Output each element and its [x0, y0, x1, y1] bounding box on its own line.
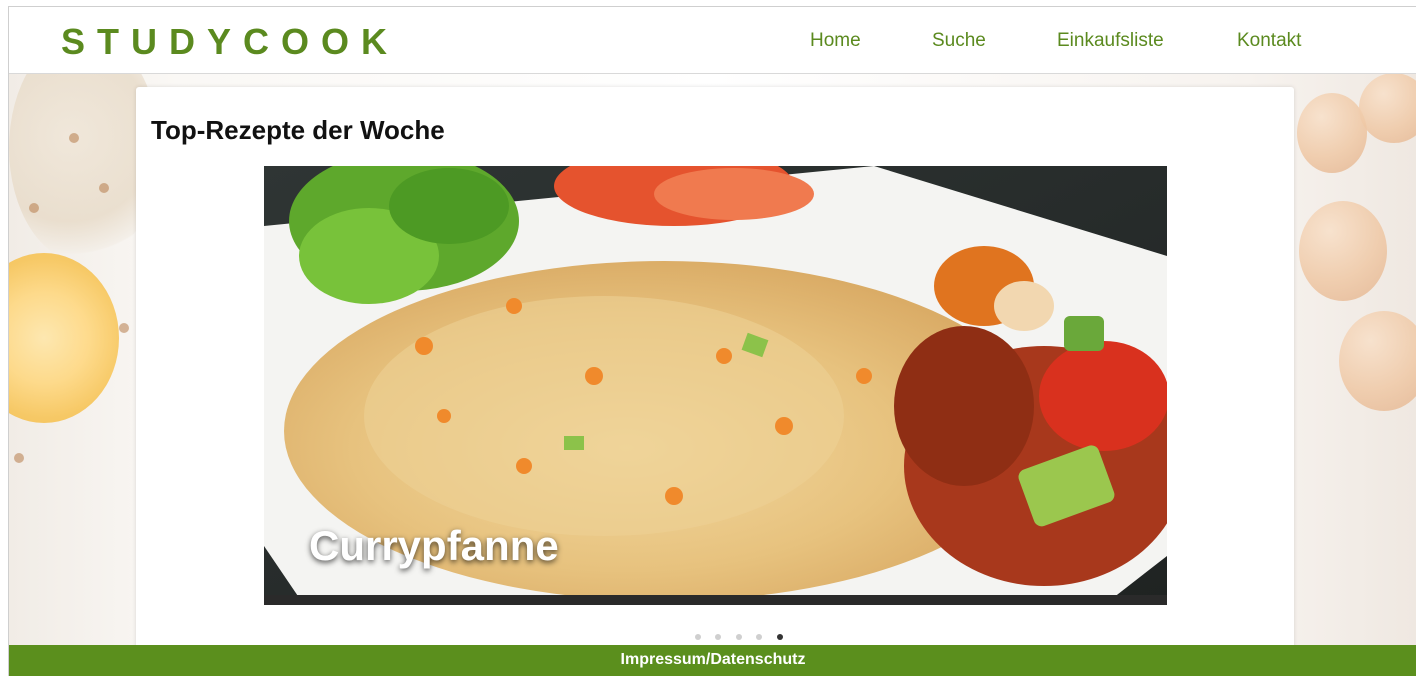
caption-bar	[264, 595, 1167, 605]
section-title: Top-Rezepte der Woche	[151, 115, 445, 145]
carousel-dot-active[interactable]	[776, 634, 783, 640]
site-footer: Impressum/Datenschutz	[9, 645, 1416, 676]
carousel-indicators	[695, 627, 793, 640]
browser-viewport: STUDYCOOK Home Suche Einkaufsliste Konta…	[8, 6, 1416, 676]
nav-link-suche[interactable]: Suche	[932, 30, 986, 52]
studycook-logo[interactable]: STUDYCOOK	[61, 21, 399, 63]
carousel-dot[interactable]	[756, 634, 763, 640]
carousel-dot[interactable]	[695, 634, 701, 640]
top-recipes-card: Top-Rezepte der Woche Currypfanne	[136, 87, 1294, 653]
lemon-decoration	[9, 253, 119, 423]
nav-link-kontakt[interactable]: Kontakt	[1237, 30, 1301, 52]
nav-link-home[interactable]: Home	[810, 30, 861, 52]
site-header: STUDYCOOK Home Suche Einkaufsliste Konta…	[9, 7, 1416, 74]
carousel-slide[interactable]: Currypfanne	[264, 166, 1167, 605]
carousel-dot[interactable]	[715, 634, 722, 640]
egg-decoration	[1297, 93, 1367, 173]
carousel-dot[interactable]	[735, 634, 742, 640]
egg-decoration	[1299, 201, 1387, 301]
egg-decoration	[1339, 311, 1416, 411]
slide-caption: Currypfanne	[309, 522, 559, 569]
nav-link-einkaufsliste[interactable]: Einkaufsliste	[1057, 30, 1164, 52]
egg-decoration	[1359, 73, 1416, 143]
impressum-link[interactable]: Impressum/Datenschutz	[621, 651, 806, 669]
